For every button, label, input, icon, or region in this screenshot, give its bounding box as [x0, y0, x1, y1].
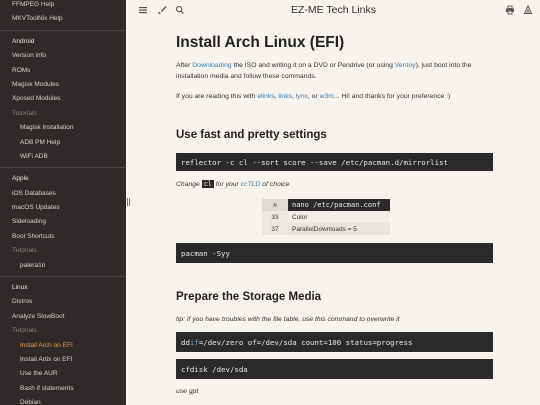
config-line: ParallelDownloads = 5: [288, 223, 390, 235]
use-gpt-note: use gpt: [176, 388, 199, 395]
lynx-link[interactable]: lynx: [296, 93, 308, 100]
section-heading-settings: Use fast and pretty settings: [176, 129, 327, 141]
code-block-reflector[interactable]: reflector -c cl --sort score --save /etc…: [176, 153, 493, 171]
links-link[interactable]: links: [278, 93, 292, 100]
sidebar-section-android[interactable]: Android: [0, 35, 126, 49]
sidebar-section-linux[interactable]: Linux: [0, 281, 126, 295]
code-block-dd[interactable]: dd if =/dev/zero of=/dev/sda count=100 st…: [176, 332, 493, 352]
cctld-link[interactable]: ccTLD: [241, 181, 261, 188]
config-line: Color: [288, 211, 390, 223]
github-icon[interactable]: [522, 4, 534, 17]
sidebar: FFMPEG Help MKVToolNix Help Android Version…: [0, 0, 126, 405]
page-title: Install Arch Linux (EFI): [176, 34, 345, 51]
code-block-pacman[interactable]: pacman -Syy: [176, 243, 493, 263]
sidebar-item-version-info[interactable]: Version info: [0, 49, 126, 63]
section-heading-storage: Prepare the Storage Media: [176, 291, 322, 303]
sidebar-item-adb-pm-help[interactable]: ADB PM Help: [0, 136, 126, 150]
elinks-link[interactable]: elinks: [257, 93, 274, 100]
sidebar-item-sideloading[interactable]: Sideloading: [0, 215, 126, 229]
code-block-cfdisk[interactable]: cfdisk /dev/sda: [176, 359, 493, 379]
sidebar-item-distros[interactable]: Distros: [0, 295, 126, 309]
tip-text: tip: if you have troubles with the file …: [176, 316, 400, 323]
downloading-link[interactable]: Downloading: [192, 62, 231, 69]
table-row: 37 ParallelDownloads = 5: [262, 223, 390, 235]
top-bar: EZ-ME Tech Links: [127, 0, 540, 22]
print-icon[interactable]: [504, 5, 516, 17]
sidebar-item-macos-updates[interactable]: macOS Updates: [0, 201, 126, 215]
line-number: 33: [262, 211, 288, 223]
line-number: 37: [262, 223, 288, 235]
sidebar-divider: [0, 167, 126, 169]
w3m-link[interactable]: w3m: [320, 93, 334, 100]
main-content: Install Arch Linux (EFI) After Downloadi…: [127, 22, 540, 405]
sidebar-category-tutorials: Tutorials: [12, 109, 37, 117]
sidebar-item-analyze-slowboot[interactable]: Analyze SlowBoot: [0, 310, 126, 324]
sidebar-item-debian[interactable]: Debian: [0, 396, 126, 405]
ventoy-link[interactable]: Ventoy: [395, 62, 416, 69]
sidebar-item-xposed-modules[interactable]: Xposed Modules: [0, 92, 126, 106]
sidebar-divider: [0, 29, 126, 31]
site-title[interactable]: EZ-ME Tech Links: [127, 4, 540, 16]
sidebar-item-ffmpeg-help[interactable]: FFMPEG Help: [0, 0, 126, 12]
sidebar-item-bash-if-statements[interactable]: Bash if statements: [0, 382, 126, 396]
intro-paragraph: After Downloading the ISO and writing it…: [176, 62, 472, 80]
sidebar-item-magisk-modules[interactable]: Magisk Modules: [0, 78, 126, 92]
sidebar-item-wifi-adb[interactable]: WiFi ADB: [0, 150, 126, 164]
pacman-conf-table: # nano /etc/pacman.conf 33 Color 37 Para…: [262, 199, 390, 235]
sidebar-category-tutorials: Tutorials: [12, 247, 37, 255]
sidebar-item-mkvtoolnix-help[interactable]: MKVToolNix Help: [0, 12, 126, 26]
sidebar-section-apple[interactable]: Apple: [0, 172, 126, 186]
sidebar-category-tutorials: Tutorials: [12, 327, 37, 335]
sidebar-item-install-artix-on-efi[interactable]: Install Artix on EFI: [0, 353, 126, 367]
sidebar-item-use-the-aur[interactable]: Use the AUR: [0, 367, 126, 381]
table-header-num: #: [262, 199, 288, 211]
sidebar-item-ios-databases[interactable]: iOS Databases: [0, 187, 126, 201]
table-header-file: nano /etc/pacman.conf: [288, 199, 390, 211]
table-row: 33 Color: [262, 211, 390, 223]
sidebar-item-palera1n[interactable]: palera1n: [0, 259, 126, 273]
sidebar-item-install-arch-on-efi[interactable]: Install Arch on EFI: [0, 339, 126, 353]
sidebar-item-magisk-installation[interactable]: Magisk Installation: [0, 121, 126, 135]
browser-note: If you are reading this with elinks, lin…: [176, 93, 451, 100]
inline-code-cl: cl: [201, 180, 214, 188]
change-note: Change cl for your ccTLD of choice: [176, 180, 290, 188]
sidebar-item-boot-shortcuts[interactable]: Boot Shortcuts: [0, 230, 126, 244]
sidebar-item-roms[interactable]: ROMs: [0, 64, 126, 78]
sidebar-divider: [0, 276, 126, 278]
